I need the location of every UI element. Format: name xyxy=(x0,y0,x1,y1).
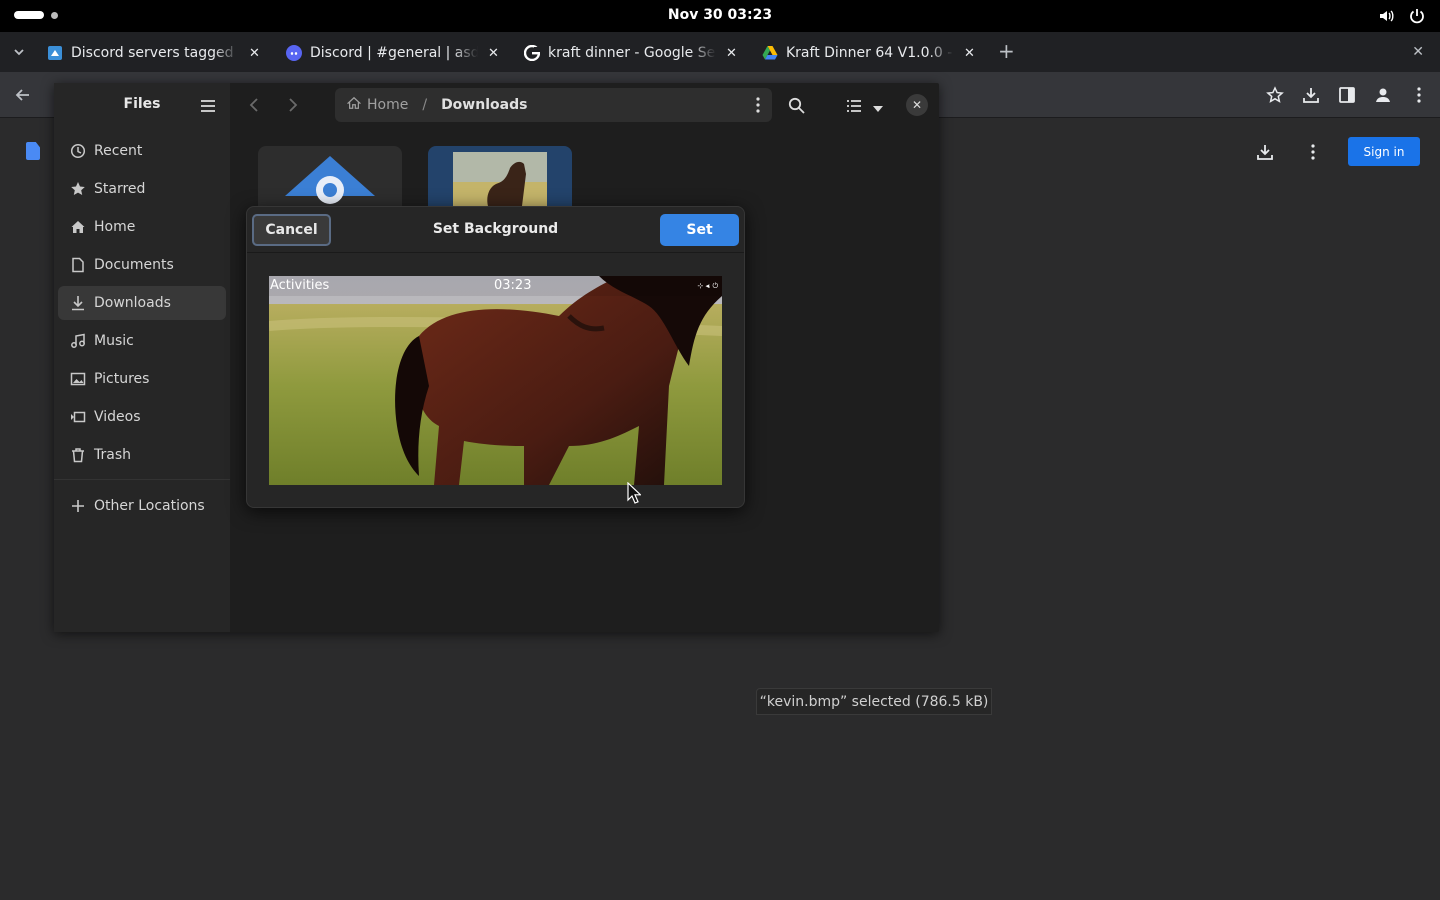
sidebar-item-label: Pictures xyxy=(94,371,150,387)
set-background-header: Cancel Set Background Set xyxy=(247,207,744,253)
sidebar-item-other-locations[interactable]: Other Locations xyxy=(58,489,226,523)
path-home-label: Home xyxy=(367,97,409,113)
sidebar-item-label: Home xyxy=(94,219,136,235)
browser-tab-2[interactable]: Discord | #general | asdasd ✕ xyxy=(286,40,499,66)
chevron-down-icon[interactable] xyxy=(12,44,26,63)
star-icon xyxy=(70,181,86,197)
nav-back-icon[interactable] xyxy=(247,97,261,117)
selection-status: “kevin.bmp” selected (786.5 kB) xyxy=(756,688,992,715)
chevron-down-icon xyxy=(872,98,884,117)
close-icon[interactable]: ✕ xyxy=(249,46,260,61)
sidebar-item-starred[interactable]: Starred xyxy=(58,172,226,206)
close-icon[interactable]: ✕ xyxy=(726,46,737,61)
sidebar-item-label: Other Locations xyxy=(94,498,205,514)
files-sidebar: Files Recent Starred Home Documents Down… xyxy=(54,83,230,632)
clock-icon xyxy=(70,143,86,159)
back-arrow-icon[interactable] xyxy=(14,86,32,108)
sidebar-item-label: Recent xyxy=(94,143,143,159)
sidebar-item-pictures[interactable]: Pictures xyxy=(58,362,226,396)
side-panel-icon[interactable] xyxy=(1338,86,1356,108)
sidebar-item-music[interactable]: Music xyxy=(58,324,226,358)
new-tab-button[interactable]: + xyxy=(998,41,1015,61)
tab-title: Kraft Dinner 64 V1.0.0 - Google Drive xyxy=(786,45,954,61)
home-icon xyxy=(346,96,362,114)
home-icon xyxy=(70,219,86,235)
browser-tab-1[interactable]: Discord servers tagged with ✕ xyxy=(47,40,260,66)
sidebar-item-trash[interactable]: Trash xyxy=(58,438,226,472)
google-drive-favicon xyxy=(762,45,778,61)
trash-icon xyxy=(70,447,86,463)
profile-icon[interactable] xyxy=(1374,86,1392,108)
volume-icon xyxy=(1378,7,1396,25)
path-kebab-menu-icon[interactable] xyxy=(756,97,760,117)
picture-icon xyxy=(70,371,86,387)
power-icon xyxy=(1408,7,1426,25)
view-mode-toggle[interactable] xyxy=(846,98,884,117)
horse-wallpaper-image xyxy=(269,276,722,485)
nav-forward-icon[interactable] xyxy=(286,97,300,117)
sidebar-item-label: Videos xyxy=(94,409,141,425)
sign-in-button[interactable]: Sign in xyxy=(1348,137,1420,166)
wallpaper-preview: Activities 03:23 ⊹ ◂ᵢ ⏻ xyxy=(269,276,722,485)
toolbar-actions xyxy=(1266,86,1428,108)
close-icon[interactable]: ✕ xyxy=(488,46,499,61)
path-bar: Home / Downloads xyxy=(335,88,772,122)
sidebar-item-home[interactable]: Home xyxy=(58,210,226,244)
file-thumbnail-kevin-bmp[interactable] xyxy=(428,146,572,206)
sidebar-divider xyxy=(54,479,230,480)
browser-tab-3[interactable]: kraft dinner - Google Search ✕ xyxy=(524,40,737,66)
sidebar-item-downloads[interactable]: Downloads xyxy=(58,286,226,320)
music-icon xyxy=(70,333,86,349)
sidebar-header: Files xyxy=(54,83,230,127)
path-separator: / xyxy=(422,97,428,113)
close-dialog-button[interactable]: ✕ xyxy=(906,94,928,116)
preview-activities-label: Activities xyxy=(270,278,330,293)
sidebar-item-label: Downloads xyxy=(94,295,171,311)
download-icon xyxy=(70,295,86,311)
sidebar-item-label: Trash xyxy=(94,447,131,463)
tab-title: Discord | #general | asdasd xyxy=(310,45,478,61)
page-kebab-menu-icon[interactable] xyxy=(1304,143,1322,165)
sidebar-item-label: Documents xyxy=(94,257,174,273)
preview-tray-icons: ⊹ ◂ᵢ ⏻ xyxy=(697,282,718,290)
video-icon xyxy=(70,409,86,425)
window-close-icon[interactable]: ✕ xyxy=(1412,44,1424,60)
page-download-icon[interactable] xyxy=(1256,143,1274,165)
path-home-button[interactable]: Home xyxy=(346,96,409,114)
sidebar-item-label: Music xyxy=(94,333,134,349)
sidebar-item-recent[interactable]: Recent xyxy=(58,134,226,168)
document-icon xyxy=(70,257,86,273)
browser-tab-4[interactable]: Kraft Dinner 64 V1.0.0 - Google Drive ✕ xyxy=(762,40,975,66)
preview-clock: 03:23 xyxy=(494,278,532,293)
close-icon[interactable]: ✕ xyxy=(964,46,975,61)
sidebar-item-label: Starred xyxy=(94,181,146,197)
plus-icon xyxy=(70,498,86,514)
search-icon[interactable] xyxy=(788,97,805,118)
tab-title: Discord servers tagged with xyxy=(71,45,239,61)
sidebar-item-videos[interactable]: Videos xyxy=(58,400,226,434)
browser-tab-strip: Discord servers tagged with ✕ Discord | … xyxy=(0,32,1440,72)
system-tray[interactable] xyxy=(1378,7,1426,25)
mouse-cursor-icon xyxy=(627,481,643,508)
discord-servers-favicon xyxy=(47,45,63,61)
set-button[interactable]: Set xyxy=(660,214,739,246)
tab-title: kraft dinner - Google Search xyxy=(548,45,716,61)
path-current-folder[interactable]: Downloads xyxy=(441,97,527,113)
bookmark-star-icon[interactable] xyxy=(1266,86,1284,108)
hamburger-menu-icon[interactable] xyxy=(200,98,216,117)
set-background-dialog: Cancel Set Background Set Activities 03:… xyxy=(246,206,745,508)
kebab-menu-icon[interactable] xyxy=(1410,86,1428,108)
gnome-top-bar: Nov 30 03:23 xyxy=(0,0,1440,32)
download-icon[interactable] xyxy=(1302,86,1320,108)
file-thumbnail-installer[interactable] xyxy=(258,146,402,206)
top-bar-clock[interactable]: Nov 30 03:23 xyxy=(0,7,1440,23)
google-favicon xyxy=(524,45,540,61)
sidebar-item-documents[interactable]: Documents xyxy=(58,248,226,282)
list-view-icon xyxy=(846,98,862,117)
discord-favicon xyxy=(286,45,302,61)
